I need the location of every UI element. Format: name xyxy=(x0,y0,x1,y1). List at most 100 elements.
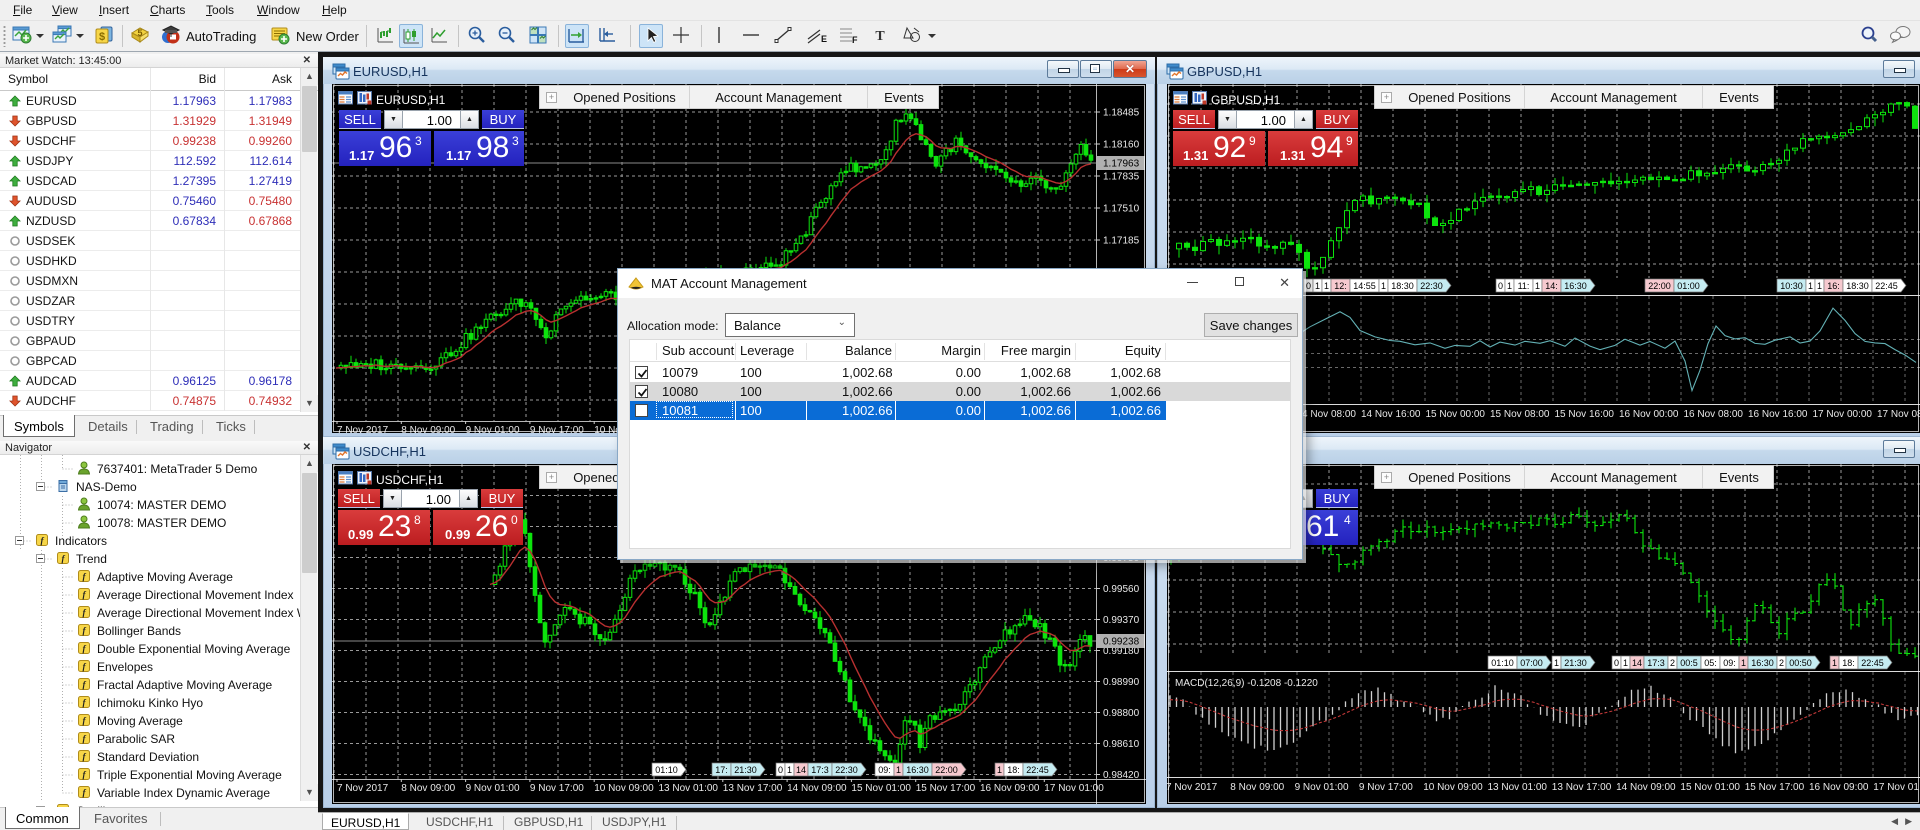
svg-text:9 Nov 17:00: 9 Nov 17:00 xyxy=(1359,782,1413,793)
svg-text:MACD(12,26,9) -0.1208 -0.1220: MACD(12,26,9) -0.1208 -0.1220 xyxy=(1175,678,1318,689)
svg-text:09:: 09: xyxy=(878,765,891,775)
svg-text:01:10: 01:10 xyxy=(655,765,678,775)
svg-text:0.98420: 0.98420 xyxy=(1103,770,1140,781)
svg-text:00:50: 00:50 xyxy=(1789,658,1812,668)
svg-text:16:30: 16:30 xyxy=(906,765,929,775)
svg-text:14 Nov 16:00: 14 Nov 16:00 xyxy=(1361,409,1421,420)
svg-text:16 Nov 09:00: 16 Nov 09:00 xyxy=(1809,782,1869,793)
svg-text:1: 1 xyxy=(1817,281,1822,291)
svg-text:0.99560: 0.99560 xyxy=(1103,584,1140,595)
svg-text:0.98990: 0.98990 xyxy=(1103,677,1140,688)
svg-text:01:00: 01:00 xyxy=(1677,281,1700,291)
svg-text:16:30: 16:30 xyxy=(1751,658,1774,668)
svg-text:13 Nov 17:00: 13 Nov 17:00 xyxy=(1552,782,1612,793)
svg-text:15 Nov 17:00: 15 Nov 17:00 xyxy=(916,783,976,794)
svg-text:15 Nov 01:00: 15 Nov 01:00 xyxy=(1680,782,1740,793)
svg-text:0: 0 xyxy=(778,765,783,775)
svg-text:15 Nov 17:00: 15 Nov 17:00 xyxy=(1745,782,1805,793)
svg-text:0.99238: 0.99238 xyxy=(1103,637,1140,648)
svg-text:1: 1 xyxy=(896,765,901,775)
svg-text:10 Nov 09:00: 10 Nov 09:00 xyxy=(594,783,654,794)
svg-text:1: 1 xyxy=(1535,281,1540,291)
svg-text:22:00: 22:00 xyxy=(935,765,958,775)
svg-text:1.17963: 1.17963 xyxy=(1103,159,1140,170)
svg-text:F: F xyxy=(852,35,858,45)
svg-text:0: 0 xyxy=(1614,658,1619,668)
svg-text:2: 2 xyxy=(1779,658,1784,668)
svg-text:1.17510: 1.17510 xyxy=(1103,204,1140,215)
svg-text:22:45: 22:45 xyxy=(1861,658,1884,668)
svg-text:16 Nov 16:00: 16 Nov 16:00 xyxy=(1748,409,1808,420)
svg-text:14:: 14: xyxy=(1545,281,1558,291)
svg-text:13 Nov 17:00: 13 Nov 17:00 xyxy=(723,783,783,794)
svg-text:9 Nov 01:00: 9 Nov 01:00 xyxy=(1295,782,1349,793)
svg-text:05:: 05: xyxy=(1704,658,1717,668)
svg-text:14 Nov 09:00: 14 Nov 09:00 xyxy=(787,783,847,794)
svg-text:1.18160: 1.18160 xyxy=(1103,140,1140,151)
svg-text:12:: 12: xyxy=(1334,281,1347,291)
svg-text:1: 1 xyxy=(1808,281,1813,291)
svg-text:18:30: 18:30 xyxy=(1391,281,1414,291)
svg-text:17:3: 17:3 xyxy=(811,765,829,775)
svg-text:15 Nov 08:00: 15 Nov 08:00 xyxy=(1490,409,1550,420)
svg-text:13 Nov 01:00: 13 Nov 01:00 xyxy=(1488,782,1548,793)
svg-text:0: 0 xyxy=(1306,281,1311,291)
svg-text:17 Nov 08:00: 17 Nov 08:00 xyxy=(1877,409,1920,420)
svg-text:00:5: 00:5 xyxy=(1680,658,1698,668)
svg-text:17 Nov 01:00: 17 Nov 01:00 xyxy=(1044,783,1104,794)
svg-text:15 Nov 00:00: 15 Nov 00:00 xyxy=(1426,409,1486,420)
svg-text:17 Nov 00:00: 17 Nov 00:00 xyxy=(1813,409,1873,420)
svg-text:16 Nov 00:00: 16 Nov 00:00 xyxy=(1619,409,1679,420)
svg-text:10 Nov 09:00: 10 Nov 09:00 xyxy=(1423,782,1483,793)
svg-text:16:30: 16:30 xyxy=(1564,281,1587,291)
svg-text:1.17835: 1.17835 xyxy=(1103,172,1140,183)
svg-text:14 Nov 09:00: 14 Nov 09:00 xyxy=(1616,782,1676,793)
svg-text:1: 1 xyxy=(1741,658,1746,668)
svg-text:14: 14 xyxy=(1632,658,1642,668)
svg-text:13 Nov 01:00: 13 Nov 01:00 xyxy=(659,783,719,794)
svg-text:1: 1 xyxy=(997,765,1002,775)
svg-text:1: 1 xyxy=(787,765,792,775)
svg-text:8 Nov 09:00: 8 Nov 09:00 xyxy=(401,783,455,794)
svg-text:9 Nov 01:00: 9 Nov 01:00 xyxy=(466,783,520,794)
svg-text:14:55: 14:55 xyxy=(1353,281,1376,291)
svg-text:22:45: 22:45 xyxy=(1026,765,1049,775)
svg-text:21:30: 21:30 xyxy=(1564,658,1587,668)
svg-text:0.98610: 0.98610 xyxy=(1103,739,1140,750)
svg-text:09:: 09: xyxy=(1723,658,1736,668)
svg-text:1: 1 xyxy=(1381,281,1386,291)
svg-text:22:30: 22:30 xyxy=(835,765,858,775)
svg-text:22:45: 22:45 xyxy=(1875,281,1898,291)
svg-text:10:30: 10:30 xyxy=(1780,281,1803,291)
svg-text:1: 1 xyxy=(1554,658,1559,668)
svg-text:7 Nov 2017: 7 Nov 2017 xyxy=(1167,782,1218,793)
svg-text:1.18485: 1.18485 xyxy=(1103,108,1140,119)
svg-text:1: 1 xyxy=(1623,658,1628,668)
svg-text:1: 1 xyxy=(1324,281,1329,291)
svg-text:1: 1 xyxy=(1315,281,1320,291)
svg-text:18:: 18: xyxy=(1842,658,1855,668)
svg-text:0.98800: 0.98800 xyxy=(1103,708,1140,719)
svg-text:T: T xyxy=(875,29,885,44)
svg-text:01:10: 01:10 xyxy=(1491,658,1514,668)
svg-text:$: $ xyxy=(99,31,105,43)
svg-text:21:30: 21:30 xyxy=(734,765,757,775)
svg-text:1: 1 xyxy=(1507,281,1512,291)
svg-text:1: 1 xyxy=(1832,658,1837,668)
svg-text:14 Nov 08:00: 14 Nov 08:00 xyxy=(1297,409,1357,420)
svg-text:17 Nov 01: 17 Nov 01 xyxy=(1873,782,1919,793)
svg-text:0.99370: 0.99370 xyxy=(1103,615,1140,626)
svg-text:16:: 16: xyxy=(1827,281,1840,291)
svg-text:15 Nov 01:00: 15 Nov 01:00 xyxy=(851,783,911,794)
svg-text:15 Nov 16:00: 15 Nov 16:00 xyxy=(1555,409,1615,420)
svg-text:7 Nov 2017: 7 Nov 2017 xyxy=(337,783,389,794)
svg-text:5: 5 xyxy=(137,28,142,38)
svg-text:18:30: 18:30 xyxy=(1846,281,1869,291)
svg-text:11:: 11: xyxy=(1518,281,1530,291)
svg-text:1.17185: 1.17185 xyxy=(1103,236,1140,247)
svg-text:14: 14 xyxy=(796,765,806,775)
svg-text:8 Nov 09:00: 8 Nov 09:00 xyxy=(1230,782,1284,793)
svg-text:22:30: 22:30 xyxy=(1420,281,1443,291)
svg-text:E: E xyxy=(821,34,827,44)
svg-text:17:3: 17:3 xyxy=(1647,658,1665,668)
